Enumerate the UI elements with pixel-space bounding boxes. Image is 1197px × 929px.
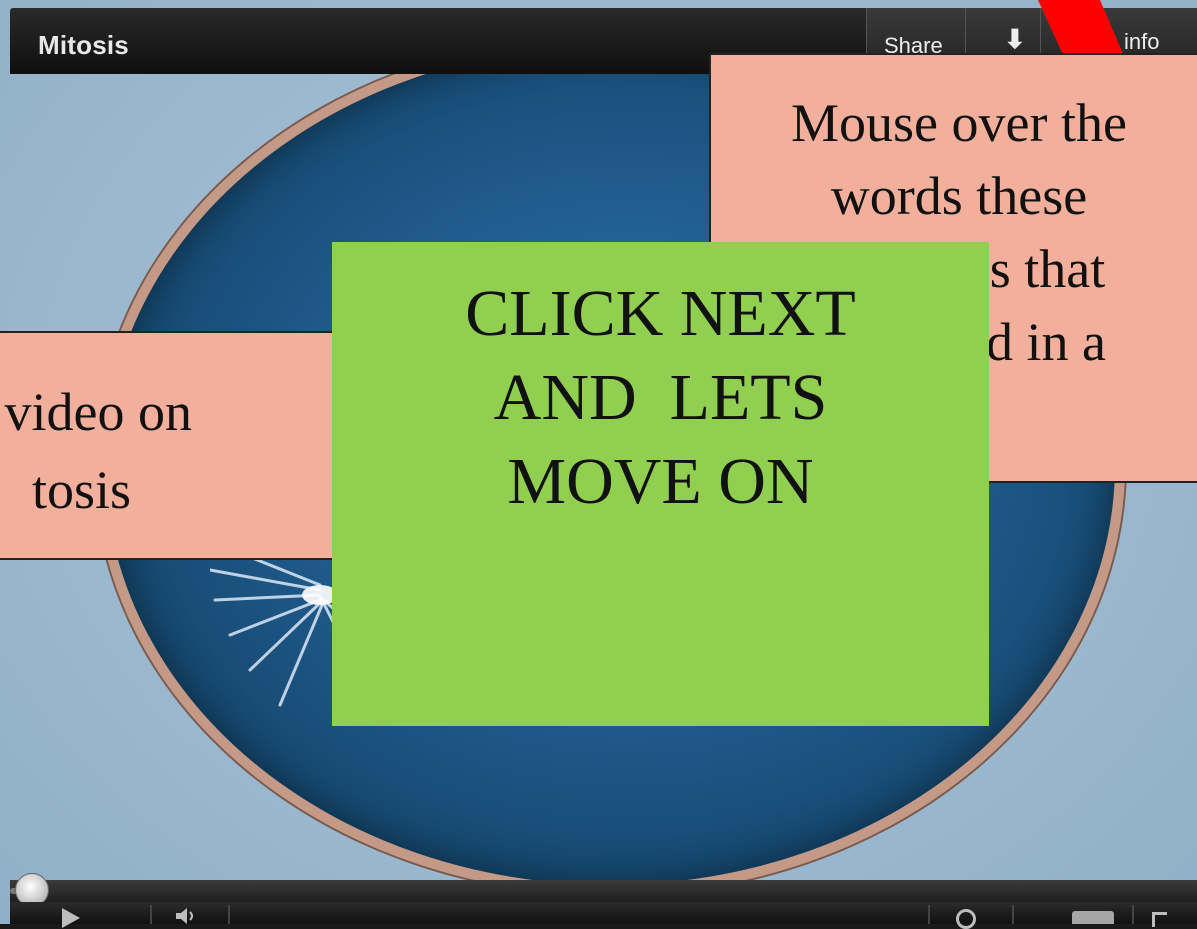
divider <box>150 905 152 924</box>
callout-video-tip: t video on tosis <box>0 331 339 560</box>
callout-line: tosis <box>32 460 132 520</box>
volume-icon[interactable] <box>176 908 198 924</box>
next-line: MOVE ON <box>507 444 814 518</box>
next-line: CLICK NEXT <box>465 277 856 350</box>
more-button[interactable]: ⬇ <box>1004 24 1026 55</box>
play-icon[interactable] <box>62 908 80 928</box>
fullscreen-icon[interactable] <box>1152 912 1167 927</box>
callout-line: t video on <box>0 382 192 442</box>
video-title: Mitosis <box>38 30 129 60</box>
hd-icon[interactable] <box>1072 911 1114 924</box>
divider <box>1132 905 1134 924</box>
progress-bar[interactable] <box>10 880 1197 902</box>
next-line: AND LETS <box>493 360 828 434</box>
divider <box>928 905 930 924</box>
divider <box>228 905 230 924</box>
divider <box>1012 905 1014 924</box>
click-next-box: CLICK NEXT AND LETS MOVE ON <box>332 242 989 726</box>
clock-icon[interactable] <box>956 909 976 929</box>
callout-line: words these <box>830 165 1088 226</box>
callout-line: Mouse over the <box>791 93 1127 153</box>
